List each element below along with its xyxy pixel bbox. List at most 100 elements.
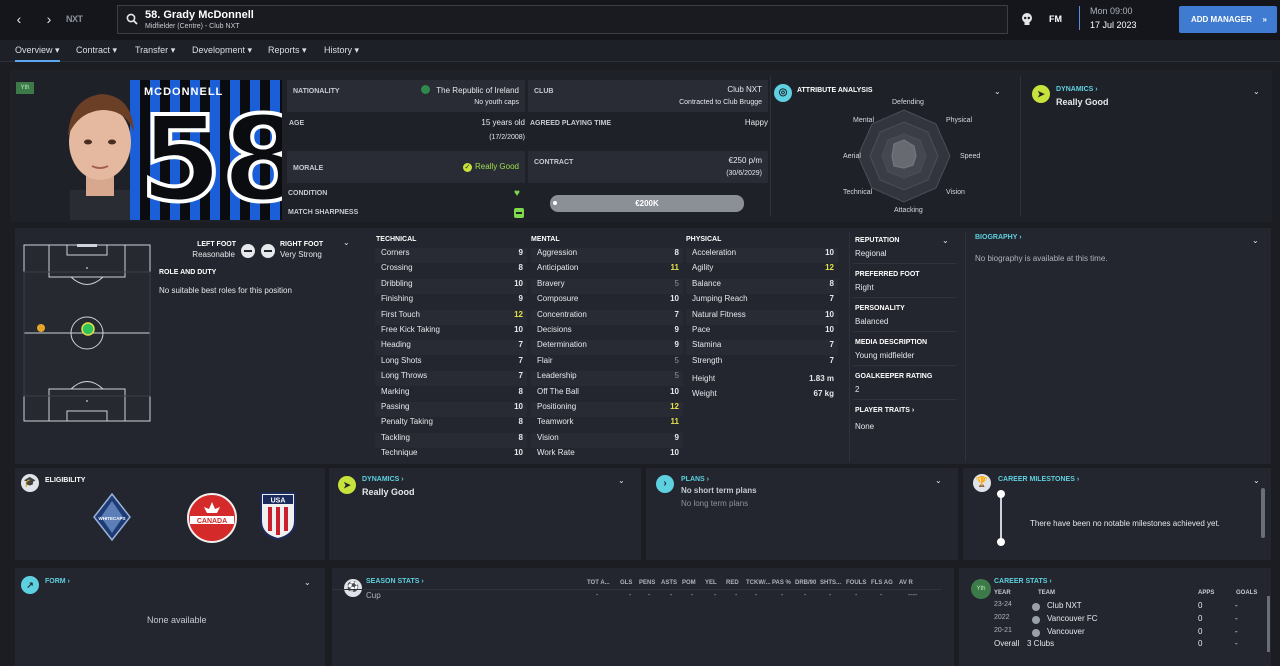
tab-contract[interactable]: Contract ▾ — [76, 45, 117, 56]
attribute-row[interactable]: Determination 9 — [531, 340, 683, 356]
attribute-row[interactable]: Passing 10 — [375, 402, 527, 417]
stats-column-header[interactable]: FLS AG — [871, 580, 893, 586]
attribute-row[interactable]: Long Throws 7 — [375, 371, 527, 387]
stats-column-header[interactable]: POM — [682, 580, 696, 586]
stats-column-header[interactable]: TOT A... — [587, 580, 610, 586]
chevron-down-icon[interactable]: ⌄ — [304, 578, 311, 587]
chevron-down-icon[interactable]: ⌄ — [942, 236, 949, 245]
chevron-down-icon[interactable]: ⌄ — [1252, 236, 1259, 245]
player-value-bar[interactable]: €200K — [550, 195, 744, 212]
stats-column-header[interactable]: SHTS... — [820, 580, 841, 586]
attribute-row[interactable]: Leadership 5 — [531, 371, 683, 387]
overall-apps: 0 — [1198, 639, 1203, 648]
chevron-down-icon[interactable]: ⌄ — [1253, 476, 1260, 485]
chevron-down-icon[interactable]: ⌄ — [343, 238, 350, 247]
stats-column-header[interactable]: AV R — [899, 580, 913, 586]
chevron-down-icon[interactable]: ⌄ — [935, 476, 942, 485]
attribute-row[interactable]: Bravery 5 — [531, 278, 683, 294]
attribute-row[interactable]: Decisions 9 — [531, 325, 683, 340]
chevron-down-icon[interactable]: ⌄ — [618, 476, 625, 485]
attribute-row[interactable]: Technique 10 — [375, 448, 527, 463]
stats-column-header[interactable]: FOULS — [846, 580, 866, 586]
attribute-row[interactable]: Corners 9 — [375, 248, 527, 263]
attribute-row[interactable]: Balance 8 — [686, 278, 838, 294]
attribute-row[interactable]: Crossing 8 — [375, 263, 527, 278]
date-display[interactable]: Mon 09:00 17 Jul 2023 — [1079, 6, 1137, 30]
attribute-row[interactable]: Concentration 7 — [531, 309, 683, 325]
attribute-row[interactable]: Marking 8 — [375, 387, 527, 402]
attribute-row[interactable]: Flair 5 — [531, 356, 683, 371]
tab-reports[interactable]: Reports ▾ — [268, 45, 307, 56]
attribute-row[interactable]: Anticipation 11 — [531, 263, 683, 278]
attribute-row[interactable]: Long Shots 7 — [375, 356, 527, 371]
attribute-row[interactable]: Aggression 8 — [531, 248, 683, 263]
biography-title[interactable]: BIOGRAPHY › — [975, 234, 1022, 241]
stats-column-header[interactable]: ASTS — [661, 580, 677, 586]
morale-value[interactable]: ✓ Really Good — [462, 162, 519, 172]
attribute-row[interactable]: Finishing 9 — [375, 294, 527, 309]
attribute-row[interactable]: Agility 12 — [686, 263, 838, 278]
club-value[interactable]: Club NXT — [727, 85, 762, 94]
attribute-row[interactable]: Strength 7 — [686, 356, 838, 371]
add-manager-button[interactable]: ADD MANAGER » — [1179, 6, 1277, 33]
stats-column-header[interactable]: PENS — [639, 580, 655, 586]
eligibility-title: ELIGIBILITY — [45, 477, 86, 484]
right-foot-icon — [261, 244, 275, 258]
stats-column-header[interactable]: TCKW/... — [746, 580, 771, 586]
attribute-row[interactable]: Stamina 7 — [686, 340, 838, 356]
tab-transfer[interactable]: Transfer ▾ — [135, 45, 175, 56]
chevron-down-icon[interactable]: ⌄ — [994, 87, 1001, 96]
tab-history[interactable]: History ▾ — [324, 45, 359, 56]
skull-icon[interactable] — [1020, 12, 1034, 26]
scrollbar[interactable] — [1267, 596, 1270, 652]
attribute-row[interactable]: Tackling 8 — [375, 432, 527, 448]
attribute-row[interactable]: Dribbling 10 — [375, 278, 527, 294]
attribute-row[interactable]: Heading 7 — [375, 340, 527, 356]
form-title[interactable]: FORM › — [45, 578, 70, 585]
stats-column-header[interactable]: PAS % — [772, 580, 791, 586]
attribute-row[interactable]: Composure 10 — [531, 294, 683, 309]
dynamics-title[interactable]: DYNAMICS › — [362, 476, 404, 483]
stats-column-header[interactable]: RED — [726, 580, 739, 586]
attribute-row[interactable]: Work Rate 10 — [531, 448, 683, 463]
stats-column-header[interactable]: DRB/90 — [795, 580, 816, 586]
career-row[interactable]: 2022 Vancouver FC 0 - — [959, 613, 1259, 626]
stats-cell: - — [829, 592, 832, 599]
milestones-title[interactable]: CAREER MILESTONES › — [998, 476, 1079, 483]
vancouver-whitecaps-logo[interactable]: WHITECAPS — [93, 493, 131, 541]
tab-overview[interactable]: Overview ▾ — [15, 45, 60, 62]
attribute-row[interactable]: Penalty Taking 8 — [375, 417, 527, 432]
club-loan-info[interactable]: Contracted to Club Brugge — [679, 99, 762, 106]
stats-column-header[interactable]: GLS — [620, 580, 632, 586]
career-stats-title[interactable]: CAREER STATS › — [994, 578, 1052, 585]
attribute-row[interactable]: Jumping Reach 7 — [686, 294, 838, 309]
nationality-value[interactable]: The Republic of Ireland — [421, 85, 519, 95]
back-arrow-icon[interactable]: ‹ — [12, 11, 26, 27]
attribute-row[interactable]: Free Kick Taking 10 — [375, 325, 527, 340]
attribute-row[interactable]: Off The Ball 10 — [531, 387, 683, 402]
dynamics-title[interactable]: DYNAMICS › — [1056, 86, 1098, 93]
tab-development[interactable]: Development ▾ — [192, 45, 252, 56]
attribute-row[interactable]: Acceleration 10 — [686, 248, 838, 263]
usa-logo[interactable]: USA — [259, 491, 297, 541]
fm-logo[interactable]: FM — [1049, 14, 1062, 24]
scrollbar[interactable] — [1261, 488, 1265, 538]
chevron-down-icon[interactable]: ⌄ — [1253, 87, 1260, 96]
attribute-row[interactable]: Vision 9 — [531, 432, 683, 448]
attribute-row[interactable]: Positioning 12 — [531, 402, 683, 417]
career-row[interactable]: 23-24 Club NXT 0 - — [959, 600, 1259, 613]
player-traits-label[interactable]: PLAYER TRAITS › — [855, 407, 914, 414]
stats-column-header[interactable]: YEL — [705, 580, 717, 586]
attribute-row[interactable]: First Touch 12 — [375, 309, 527, 325]
position-marker-secondary — [37, 324, 45, 332]
attribute-row[interactable]: Pace 10 — [686, 325, 838, 340]
plans-title[interactable]: PLANS › — [681, 476, 709, 483]
season-stats-title[interactable]: SEASON STATS › — [366, 578, 424, 585]
attribute-row[interactable]: Natural Fitness 10 — [686, 309, 838, 325]
search-bar[interactable]: 58. Grady McDonnell Midfielder (Centre) … — [117, 5, 1008, 34]
career-row[interactable]: 20-21 Vancouver 0 - — [959, 626, 1259, 639]
search-icon[interactable] — [126, 13, 138, 25]
forward-arrow-icon[interactable]: › — [42, 11, 56, 27]
canada-logo[interactable]: CANADA — [186, 492, 238, 544]
attribute-row[interactable]: Teamwork 11 — [531, 417, 683, 432]
